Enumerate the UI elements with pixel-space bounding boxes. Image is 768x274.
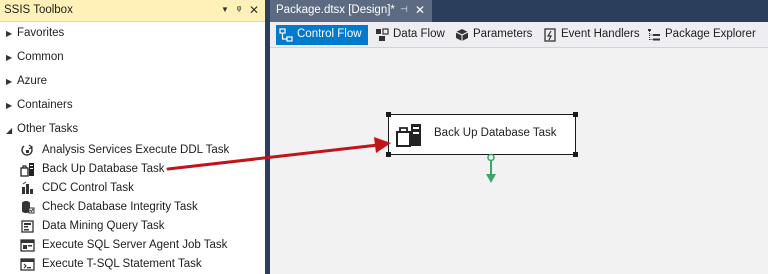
pin-tab-icon[interactable]: ⊣ [400, 4, 408, 15]
item-label: CDC Control Task [42, 182, 134, 194]
backup-database-icon [396, 124, 421, 147]
tab-event-handlers[interactable]: Event Handlers [540, 25, 640, 45]
item-label: Execute SQL Server Agent Job Task [42, 239, 228, 251]
agent-job-icon [20, 239, 35, 252]
category-label: Azure [17, 75, 48, 87]
expand-arrow-icon[interactable]: ▶ [6, 101, 12, 110]
toolbox-item-check-integrity[interactable]: Check Database Integrity Task [0, 198, 265, 217]
category-other-tasks[interactable]: ◢ Other Tasks [0, 120, 265, 140]
category-favorites[interactable]: ▶ Favorites [0, 24, 265, 44]
tab-data-flow[interactable]: Data Flow [372, 25, 445, 45]
dropdown-arrow-icon[interactable]: ▼ [218, 3, 232, 17]
document-tab-title: Package.dtsx [Design]* [276, 4, 395, 16]
resize-handle[interactable] [386, 112, 391, 117]
tsql-statement-icon [20, 258, 35, 271]
item-label: Back Up Database Task [42, 163, 165, 175]
cdc-control-icon [22, 181, 33, 194]
expand-arrow-icon[interactable]: ▶ [6, 53, 12, 62]
toolbox-item-tsql-statement[interactable]: Execute T-SQL Statement Task [0, 255, 265, 274]
document-tab-package[interactable]: Package.dtsx [Design]* ⊣ ✕ [270, 0, 432, 22]
event-handlers-icon [544, 28, 556, 42]
resize-handle[interactable] [386, 152, 391, 157]
task-label: Back Up Database Task [434, 127, 557, 139]
parameters-icon [455, 29, 469, 41]
tab-label: Parameters [473, 28, 533, 40]
designer-tab-bar: Control Flow Data Flow Parameters Event … [270, 22, 768, 48]
category-common[interactable]: ▶ Common [0, 48, 265, 68]
package-designer: Package.dtsx [Design]* ⊣ ✕ Control Flow … [270, 0, 768, 274]
backup-database-icon [20, 163, 34, 177]
toolbox-item-analysis-services[interactable]: Analysis Services Execute DDL Task [0, 141, 265, 160]
check-integrity-icon [22, 201, 35, 214]
toolbox-item-agent-job[interactable]: Execute SQL Server Agent Job Task [0, 236, 265, 255]
tab-label: Package Explorer [665, 28, 756, 40]
item-label: Check Database Integrity Task [42, 201, 198, 213]
toolbox-item-backup-database[interactable]: Back Up Database Task [0, 160, 265, 179]
ssis-toolbox-panel: SSIS Toolbox ▼ ᵠ ✕ ▶ Favorites ▶ Common … [0, 0, 265, 274]
expand-arrow-icon[interactable]: ▶ [6, 29, 12, 38]
item-label: Analysis Services Execute DDL Task [42, 144, 230, 156]
item-label: Data Mining Query Task [42, 220, 165, 232]
category-label: Favorites [17, 27, 65, 39]
toolbox-title: SSIS Toolbox [4, 4, 73, 16]
analysis-services-icon [21, 144, 34, 156]
tab-parameters[interactable]: Parameters [452, 25, 532, 45]
data-mining-icon [21, 220, 34, 233]
toolbox-header: SSIS Toolbox ▼ ᵠ ✕ [0, 0, 265, 22]
pin-icon[interactable]: ᵠ [232, 3, 246, 17]
tab-label: Event Handlers [561, 28, 640, 40]
resize-handle[interactable] [573, 152, 578, 157]
toolbox-item-data-mining[interactable]: Data Mining Query Task [0, 217, 265, 236]
expand-arrow-icon[interactable]: ▶ [6, 77, 12, 86]
tab-label: Data Flow [393, 28, 445, 40]
close-icon[interactable]: ✕ [247, 3, 261, 17]
category-label: Other Tasks [17, 123, 79, 135]
category-label: Containers [17, 99, 73, 111]
close-tab-icon[interactable]: ✕ [415, 3, 425, 17]
document-tab-strip: Package.dtsx [Design]* ⊣ ✕ [270, 0, 768, 22]
tab-package-explorer[interactable]: Package Explorer [644, 25, 756, 45]
control-flow-icon [279, 28, 293, 42]
item-label: Execute T-SQL Statement Task [42, 258, 202, 270]
category-label: Common [17, 51, 64, 63]
resize-handle[interactable] [573, 112, 578, 117]
category-containers[interactable]: ▶ Containers [0, 96, 265, 116]
tab-label: Control Flow [297, 28, 362, 40]
package-explorer-icon [648, 29, 660, 41]
backup-database-task-shape[interactable]: Back Up Database Task [386, 112, 578, 157]
data-flow-icon [376, 28, 389, 41]
toolbox-item-cdc-control[interactable]: CDC Control Task [0, 179, 265, 198]
tab-control-flow[interactable]: Control Flow [276, 25, 368, 45]
control-flow-canvas[interactable]: Back Up Database Task [270, 48, 768, 274]
category-azure[interactable]: ▶ Azure [0, 72, 265, 92]
collapse-arrow-icon[interactable]: ◢ [6, 126, 12, 135]
